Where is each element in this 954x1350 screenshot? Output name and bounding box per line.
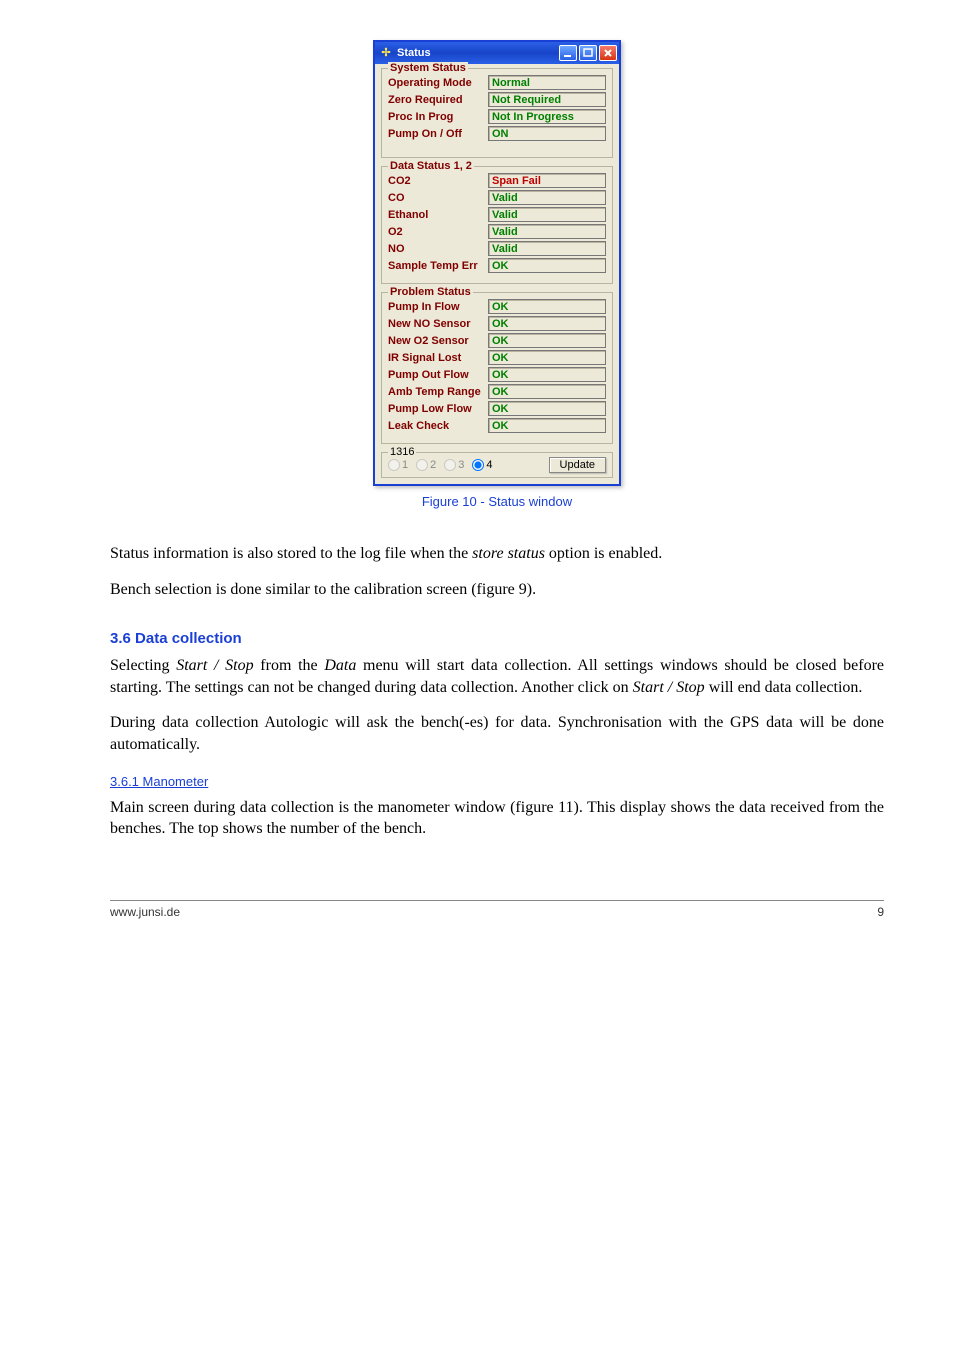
row-value: Valid [488,224,606,239]
row-label: Ethanol [388,209,488,221]
status-row: Pump Low Flow OK [388,401,606,416]
window-titlebar[interactable]: ✢ Status [375,42,619,64]
close-button[interactable] [599,45,617,61]
row-value: OK [488,333,606,348]
status-window: ✢ Status System Status Operating Mode [373,40,621,486]
row-label: New NO Sensor [388,318,488,330]
row-value: Valid [488,241,606,256]
status-row: Pump In Flow OK [388,299,606,314]
bench-radio-2[interactable]: 2 [416,459,436,471]
row-value: OK [488,316,606,331]
row-label: Amb Temp Range [388,386,488,398]
group-legend: 1316 [388,446,416,458]
footer-page-number: 9 [877,905,884,919]
status-row: Pump On / Off ON [388,126,606,141]
row-label: Zero Required [388,94,488,106]
status-row: Operating Mode Normal [388,75,606,90]
row-label: CO2 [388,175,488,187]
window-title: Status [397,47,431,59]
figure-caption: Figure 10 - Status window [110,494,884,509]
update-button[interactable]: Update [549,457,606,473]
footer-left: www.junsi.de [110,905,180,919]
row-label: Proc In Prog [388,111,488,123]
row-value: ON [488,126,606,141]
group-legend: Data Status 1, 2 [388,160,474,172]
row-value: OK [488,367,606,382]
app-icon: ✢ [379,46,393,60]
row-value: OK [488,384,606,399]
status-row: Sample Temp Err OK [388,258,606,273]
status-row: New NO Sensor OK [388,316,606,331]
status-row: Amb Temp Range OK [388,384,606,399]
row-label: Sample Temp Err [388,260,488,272]
maximize-button[interactable] [579,45,597,61]
row-value: Normal [488,75,606,90]
subsection-heading: 3.6.1 Manometer [110,774,884,789]
row-label: Pump In Flow [388,301,488,313]
window-client: System Status Operating Mode Normal Zero… [375,64,619,484]
status-row: Leak Check OK [388,418,606,433]
row-value: OK [488,401,606,416]
row-label: IR Signal Lost [388,352,488,364]
row-label: Operating Mode [388,77,488,89]
row-label: Pump On / Off [388,128,488,140]
status-row: New O2 Sensor OK [388,333,606,348]
row-value: Span Fail [488,173,606,188]
paragraph: Bench selection is done similar to the c… [110,579,884,601]
paragraph: Selecting Start / Stop from the Data men… [110,655,884,698]
row-value: OK [488,418,606,433]
group-system-status: System Status Operating Mode Normal Zero… [381,68,613,158]
row-value: OK [488,350,606,365]
status-row: Proc In Prog Not In Progress [388,109,606,124]
row-value: Not Required [488,92,606,107]
status-row: Pump Out Flow OK [388,367,606,382]
row-value: OK [488,258,606,273]
row-label: Pump Low Flow [388,403,488,415]
paragraph: During data collection Autologic will as… [110,712,884,755]
row-value: Not In Progress [488,109,606,124]
row-label: Leak Check [388,420,488,432]
row-label: CO [388,192,488,204]
status-row: IR Signal Lost OK [388,350,606,365]
row-label: NO [388,243,488,255]
row-label: Pump Out Flow [388,369,488,381]
row-value: OK [488,299,606,314]
group-data-status: Data Status 1, 2 CO2 Span Fail CO Valid … [381,166,613,284]
row-value: Valid [488,207,606,222]
bench-radio-3[interactable]: 3 [444,459,464,471]
status-row: CO Valid [388,190,606,205]
paragraph: Status information is also stored to the… [110,543,884,565]
bench-radio-4[interactable]: 4 [472,459,492,471]
row-label: New O2 Sensor [388,335,488,347]
paragraph: Main screen during data collection is th… [110,797,884,840]
row-label: O2 [388,226,488,238]
status-row: O2 Valid [388,224,606,239]
bench-radio-1[interactable]: 1 [388,459,408,471]
status-row: Ethanol Valid [388,207,606,222]
group-problem-status: Problem Status Pump In Flow OK New NO Se… [381,292,613,444]
group-bench-selector: 1316 1 2 3 4 Update [381,452,613,478]
status-row: CO2 Span Fail [388,173,606,188]
group-legend: Problem Status [388,286,473,298]
row-value: Valid [488,190,606,205]
status-row: Zero Required Not Required [388,92,606,107]
section-heading: 3.6 Data collection [110,630,884,647]
minimize-button[interactable] [559,45,577,61]
page-footer: www.junsi.de 9 [110,900,884,919]
status-row: NO Valid [388,241,606,256]
group-legend: System Status [388,62,468,74]
